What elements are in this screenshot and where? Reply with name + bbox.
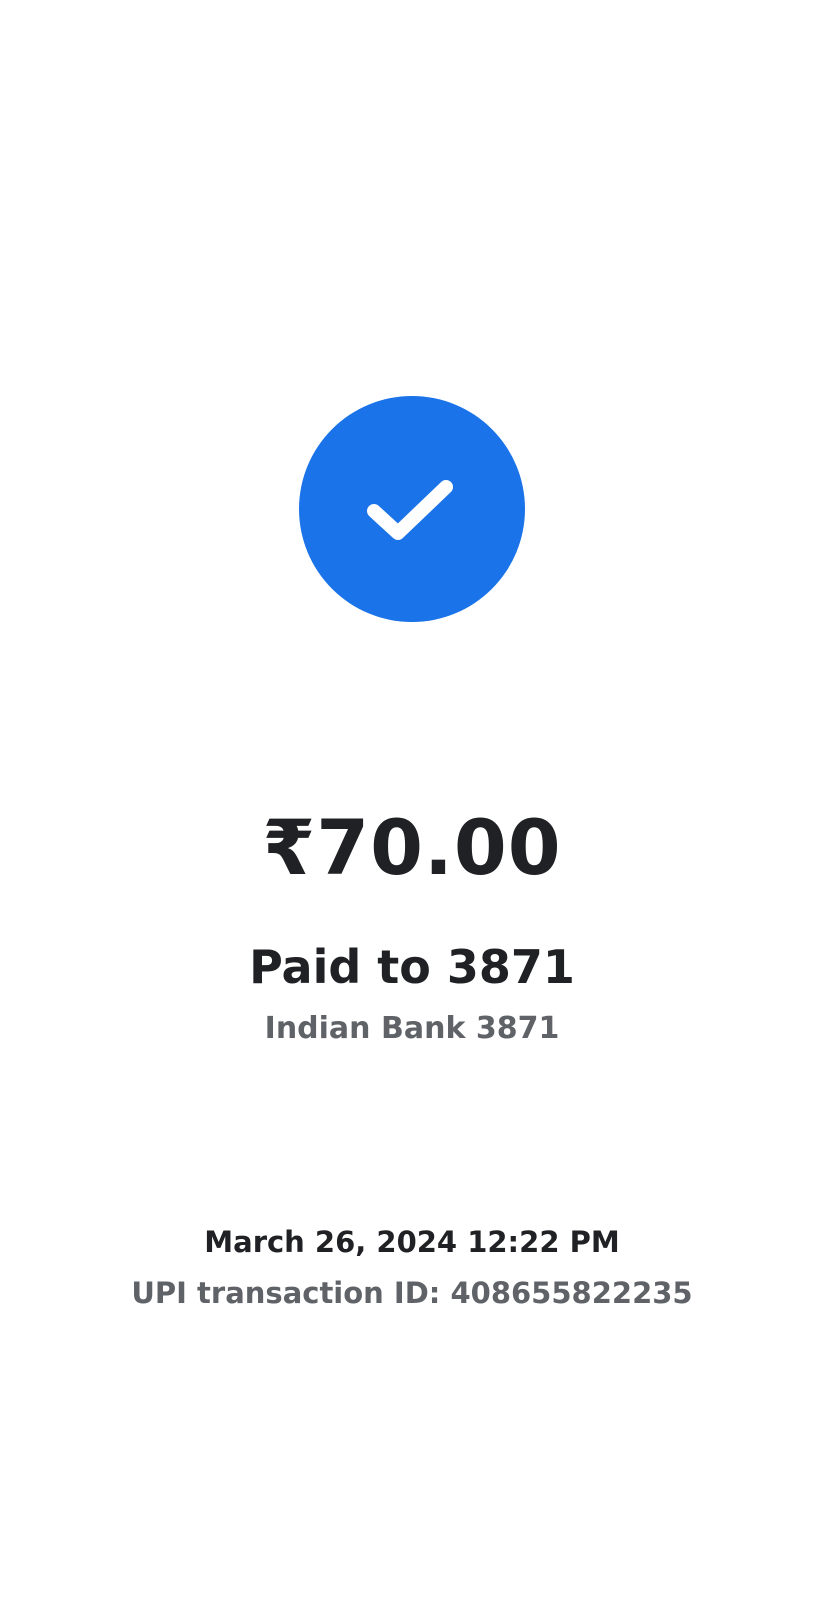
payee-bank: Indian Bank 3871 xyxy=(264,1011,560,1046)
payment-amount: ₹70.00 xyxy=(262,803,562,892)
payee-title: Paid to 3871 xyxy=(249,940,575,994)
success-check-icon xyxy=(299,396,525,622)
checkmark-icon xyxy=(367,480,453,540)
transaction-datetime: March 26, 2024 12:22 PM xyxy=(204,1225,620,1259)
upi-transaction-id: UPI transaction ID: 408655822235 xyxy=(131,1276,693,1310)
